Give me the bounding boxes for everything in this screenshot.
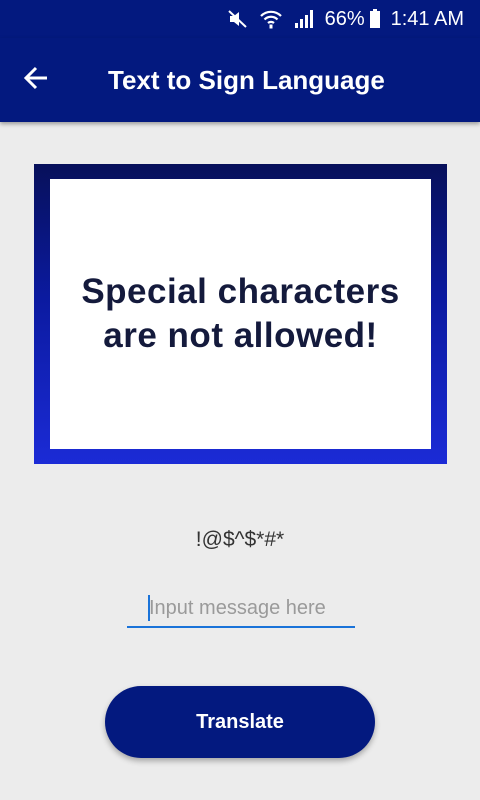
back-button[interactable]: [0, 38, 72, 122]
sign-image-inner: Special characters are not allowed!: [50, 179, 431, 449]
wifi-icon: [259, 8, 283, 30]
sign-image: Special characters are not allowed!: [34, 164, 447, 464]
message-input[interactable]: [127, 590, 355, 626]
battery-percent: 66%: [324, 7, 365, 30]
battery-icon: [369, 9, 381, 29]
message-field[interactable]: [127, 590, 355, 628]
sign-message: Special characters are not allowed!: [81, 270, 399, 358]
status-bar: 66% 1:41 AM: [0, 0, 480, 38]
translate-button[interactable]: Translate: [105, 686, 375, 758]
sign-message-line1: Special characters: [81, 272, 400, 311]
arrow-left-icon: [22, 64, 50, 97]
page-title: Text to Sign Language: [108, 64, 385, 95]
sign-message-line2: are not allowed!: [103, 316, 378, 355]
app-bar: Text to Sign Language: [0, 38, 480, 122]
signal-icon: [293, 9, 315, 29]
clock: 1:41 AM: [390, 7, 464, 30]
mute-icon: [227, 9, 249, 29]
entered-text-display: !@$^$*#*: [195, 528, 285, 551]
text-cursor: [148, 595, 150, 621]
